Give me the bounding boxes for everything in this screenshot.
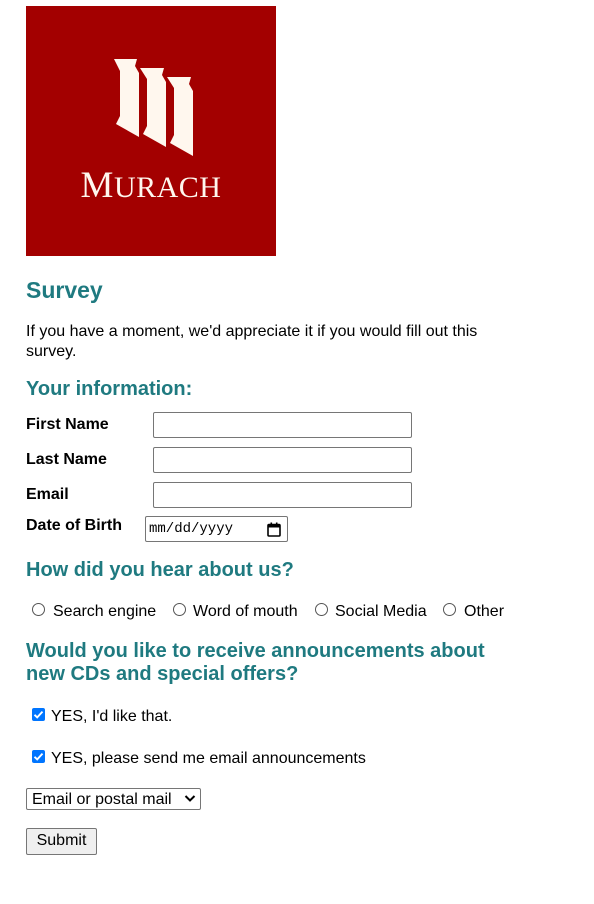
info-section-heading: Your information: [26, 378, 193, 400]
radio-label-word-of-mouth: Word of mouth [193, 603, 298, 620]
announce-heading-line-1: Would you like to receive announcements … [26, 640, 485, 662]
submit-button[interactable]: Submit [26, 828, 97, 855]
intro-text: If you have a moment, we'd appreciate it… [26, 323, 478, 360]
email-announcements-checkbox-label: YES, please send me email announcements [51, 750, 366, 767]
last-name-field[interactable] [153, 447, 412, 473]
email-label: Email [26, 486, 69, 503]
checkmark-icon [33, 710, 44, 719]
radio-word-of-mouth[interactable] [173, 603, 186, 616]
radio-label-social-media: Social Media [335, 603, 427, 620]
heard-section-heading: How did you hear about us? [26, 559, 294, 581]
contact-method-selected-value: Email or postal mail [32, 791, 172, 808]
page-title: Survey [26, 277, 103, 303]
murach-mark-icon [114, 59, 193, 156]
radio-label-other: Other [464, 603, 505, 620]
date-of-birth-input[interactable]: mm/dd/yyyy [145, 516, 288, 542]
murach-logo: MURACH [26, 6, 276, 256]
announcements-checkbox[interactable] [32, 708, 45, 721]
radio-label-search-engine: Search engine [53, 603, 157, 620]
radio-social-media[interactable] [315, 603, 328, 616]
brand-wordmark: MURACH [80, 165, 222, 206]
chevron-down-icon [184, 795, 196, 802]
date-placeholder: mm/dd/yyyy [149, 521, 234, 537]
checkmark-icon [33, 752, 44, 761]
radio-other[interactable] [443, 603, 456, 616]
announce-heading-line-2: new CDs and special offers? [26, 663, 299, 685]
contact-method-select[interactable]: Email or postal mail [26, 788, 201, 810]
calendar-icon[interactable] [267, 522, 281, 537]
dob-label: Date of Birth [26, 517, 122, 534]
announce-section-heading: Would you like to receive announcements … [26, 640, 485, 686]
email-announcements-checkbox[interactable] [32, 750, 45, 763]
announcements-checkbox-label: YES, I'd like that. [51, 708, 173, 725]
last-name-label: Last Name [26, 451, 107, 468]
email-field[interactable] [153, 482, 412, 508]
radio-search-engine[interactable] [32, 603, 45, 616]
first-name-label: First Name [26, 416, 109, 433]
first-name-field[interactable] [153, 412, 412, 438]
